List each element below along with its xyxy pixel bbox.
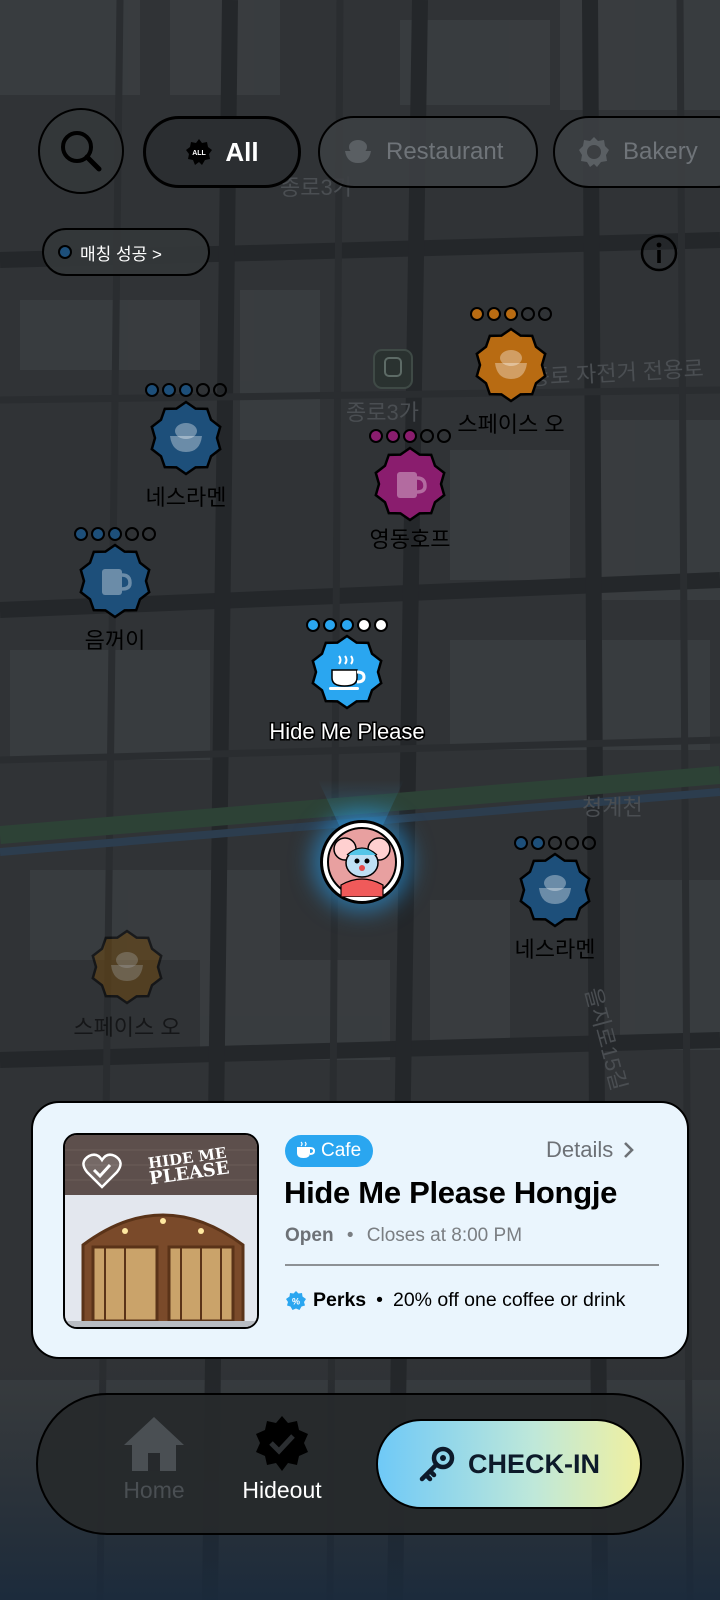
rating-dot [386,429,400,443]
rating-dot [357,618,371,632]
match-success-filter[interactable]: 매칭 성공 > [42,228,210,276]
favorite-heart-icon[interactable] [81,1151,123,1191]
key-icon [419,1446,455,1482]
all-badge-icon: ALL [186,139,213,165]
check-in-label: CHECK-IN [468,1448,600,1479]
place-marker-label: 스페이스 오 [73,1015,180,1040]
rating-dot [74,527,88,541]
perks-line: % Perks • 20% off one coffee or drink [285,1289,625,1312]
street-label: 청계천 [582,795,643,820]
rating-dot [582,836,596,850]
filter-chip-label: Restaurant [386,138,504,165]
subway-station-icon [373,349,413,389]
rating-dot [521,307,535,321]
chevron-right-icon [624,1142,635,1158]
place-name: Hide Me Please Hongje [284,1175,618,1210]
rating-dot [487,307,501,321]
category-label: Cafe [321,1140,362,1161]
nav-home[interactable]: Home [104,1415,204,1504]
rating-dot [142,527,156,541]
user-avatar[interactable] [320,820,404,904]
info-icon[interactable] [640,234,678,272]
check-in-button[interactable]: CHECK-IN [376,1419,642,1509]
rating-dot [565,836,579,850]
rating-dot [91,527,105,541]
rating-dot [548,836,562,850]
rating-dot [369,429,383,443]
rating-dot [504,307,518,321]
filter-chip-label: All [225,136,259,167]
bakery-icon [579,137,609,167]
rating-dot [403,429,417,443]
rating-dot [374,618,388,632]
rating-dot [420,429,434,443]
rating-dot [531,836,545,850]
bottom-nav: Home Hideout CHECK-IN [36,1393,684,1535]
rating-dot [538,307,552,321]
hideout-badge-icon [256,1416,308,1471]
nav-hideout-label: Hideout [242,1477,322,1503]
match-filter-label: 매칭 성공 > [80,244,162,264]
match-status-dot [58,245,72,259]
place-marker-label: 음꺼이 [85,628,146,653]
rating-dot [323,618,337,632]
filter-chip-label: Bakery [623,138,698,165]
open-status: Open [285,1225,334,1246]
percent-badge-icon: % [286,1290,306,1310]
rating-dot [179,383,193,397]
place-marker-label: 스페이스 오 [457,412,564,437]
details-link[interactable]: Details [546,1137,635,1163]
place-marker-label: Hide Me Please [269,719,424,744]
nav-home-label: Home [123,1477,185,1503]
nav-hideout[interactable]: Hideout [232,1415,332,1504]
rice-bowl-icon [345,140,371,163]
details-label: Details [546,1137,614,1162]
mouse-avatar-icon [327,827,397,897]
search-icon [61,131,102,172]
rating-dot [108,527,122,541]
svg-text:%: % [292,1296,300,1306]
rating-dot [340,618,354,632]
separator-dot: • [346,1225,354,1246]
place-photo[interactable]: HIDE ME PLEASE [63,1133,259,1329]
filter-chip-bakery[interactable]: Bakery [553,116,720,188]
place-marker-label: 네스라멘 [146,485,227,510]
street-label: 종로3가 [346,400,419,425]
rating-dot [437,429,451,443]
perks-label: Perks [313,1289,367,1311]
rating-dot [470,307,484,321]
card-divider [285,1264,659,1266]
home-icon [124,1417,184,1471]
rating-dot [162,383,176,397]
filter-chip-all[interactable]: ALL All [143,116,301,188]
rating-dot [196,383,210,397]
filter-chip-restaurant[interactable]: Restaurant [318,116,538,188]
place-card[interactable]: HIDE ME PLEASE Cafe Details Hide Me Plea… [31,1101,689,1359]
category-badge: Cafe [285,1135,374,1167]
place-marker-label: 영동호프 [370,527,451,552]
rating-dot [306,618,320,632]
rating-dot [125,527,139,541]
rating-dot [514,836,528,850]
hours-line: Open • Closes at 8:00 PM [285,1225,522,1247]
place-marker-label: 네스라멘 [515,937,596,962]
rating-dot [145,383,159,397]
coffee-cup-icon [297,1141,315,1158]
svg-text:ALL: ALL [193,150,207,157]
separator-dot: • [376,1289,383,1311]
search-button[interactable] [38,108,124,194]
rating-dot [213,383,227,397]
closing-time: Closes at 8:00 PM [366,1225,523,1246]
perks-text: 20% off one coffee or drink [392,1289,626,1311]
